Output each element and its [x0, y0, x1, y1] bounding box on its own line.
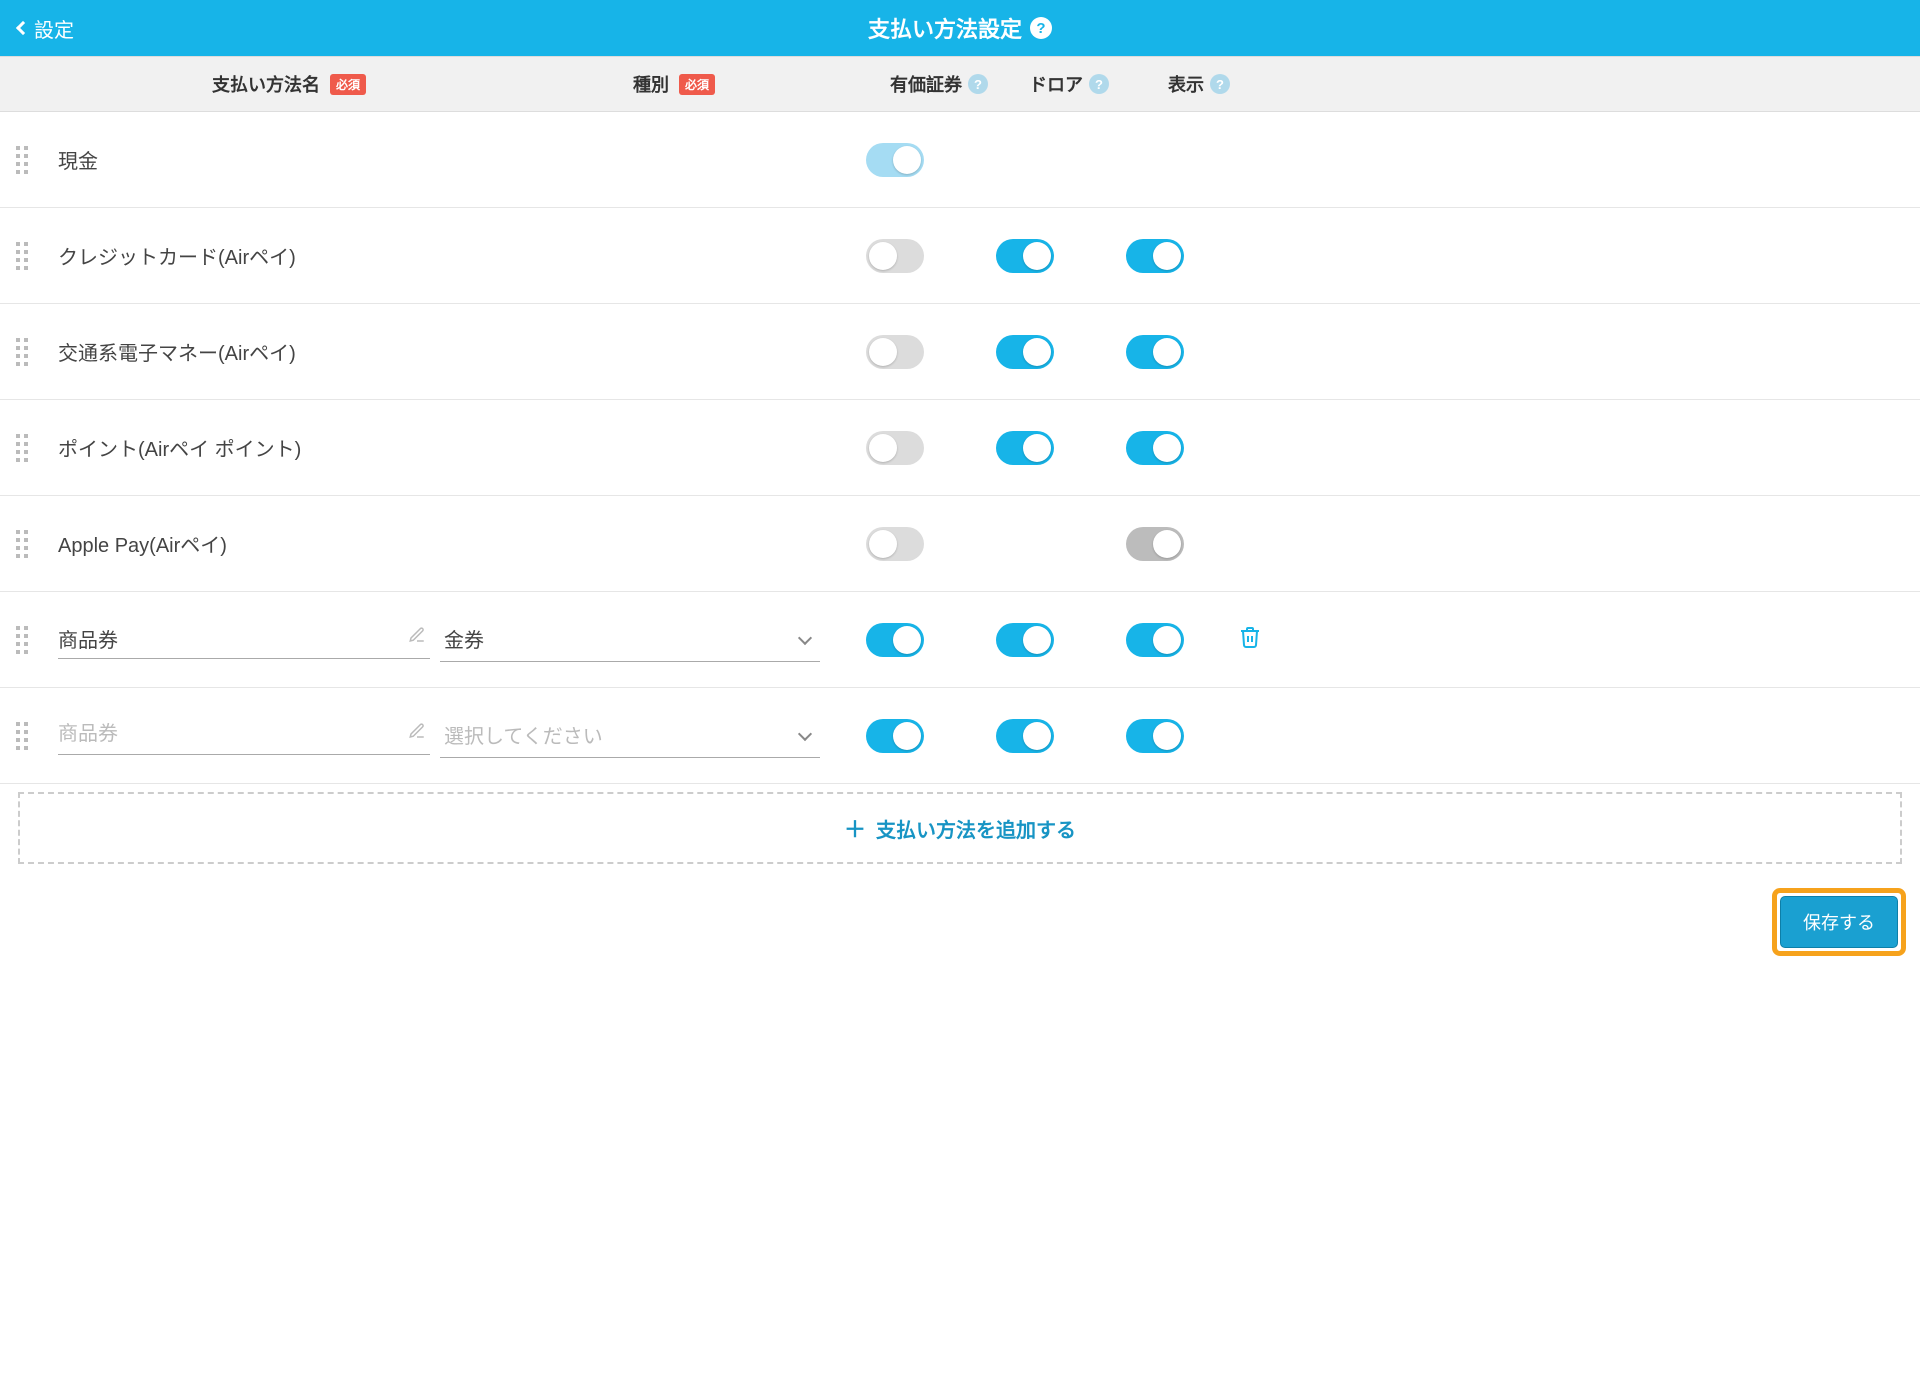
- drag-handle[interactable]: [0, 146, 44, 174]
- col-securities-label: 有価証券: [890, 71, 962, 97]
- display-toggle[interactable]: [1126, 335, 1184, 369]
- save-button[interactable]: 保存する: [1780, 896, 1898, 948]
- securities-toggle[interactable]: [866, 527, 924, 561]
- help-icon[interactable]: ?: [968, 74, 988, 94]
- add-label: 支払い方法を追加する: [876, 814, 1076, 843]
- page-title: 支払い方法設定: [868, 12, 1022, 44]
- drag-handle[interactable]: [0, 338, 44, 366]
- securities-toggle[interactable]: [866, 239, 924, 273]
- display-toggle[interactable]: [1126, 239, 1184, 273]
- drawer-toggle[interactable]: [996, 335, 1054, 369]
- display-toggle: [1126, 527, 1184, 561]
- help-icon[interactable]: ?: [1089, 74, 1109, 94]
- help-icon[interactable]: ?: [1210, 74, 1230, 94]
- payment-name: クレジットカード(Airペイ): [44, 241, 430, 270]
- edit-icon: [408, 626, 426, 650]
- drawer-toggle[interactable]: [996, 239, 1054, 273]
- rows-container: 現金クレジットカード(Airペイ) 交通系電子マネー(Airペイ) ポイント(Air…: [0, 112, 1920, 784]
- payment-name: 交通系電子マネー(Airペイ): [44, 337, 430, 366]
- display-toggle[interactable]: [1126, 623, 1184, 657]
- col-type-label: 種別: [633, 71, 669, 97]
- drawer-toggle[interactable]: [996, 623, 1054, 657]
- column-header-row: 支払い方法名 必須 種別 必須 有価証券 ? ドロア ? 表示 ?: [0, 56, 1920, 112]
- payment-row: Apple Pay(Airペイ): [0, 496, 1920, 592]
- securities-toggle[interactable]: [866, 623, 924, 657]
- col-name-label: 支払い方法名: [212, 71, 320, 97]
- back-button[interactable]: 設定: [0, 14, 92, 43]
- drawer-toggle[interactable]: [996, 719, 1054, 753]
- help-icon[interactable]: ?: [1030, 17, 1052, 39]
- edit-icon: [408, 722, 426, 746]
- securities-toggle[interactable]: [866, 719, 924, 753]
- payment-type-value: 金券: [444, 624, 484, 653]
- required-badge: 必須: [679, 74, 715, 95]
- drag-handle[interactable]: [0, 530, 44, 558]
- add-payment-button[interactable]: ＋ 支払い方法を追加する: [18, 792, 1902, 864]
- securities-toggle[interactable]: [866, 431, 924, 465]
- drag-handle[interactable]: [0, 722, 44, 750]
- back-label: 設定: [34, 14, 74, 43]
- payment-row: 現金: [0, 112, 1920, 208]
- save-button-highlight: 保存する: [1772, 888, 1906, 956]
- payment-type-value: 選択してください: [444, 720, 603, 749]
- payment-row: 金券: [0, 592, 1920, 688]
- payment-name-input[interactable]: [58, 723, 400, 746]
- payment-name: ポイント(Airペイ ポイント): [44, 433, 430, 462]
- required-badge: 必須: [330, 74, 366, 95]
- display-toggle[interactable]: [1126, 719, 1184, 753]
- drag-handle[interactable]: [0, 242, 44, 270]
- payment-row: ポイント(Airペイ ポイント): [0, 400, 1920, 496]
- drawer-toggle[interactable]: [996, 431, 1054, 465]
- drag-handle[interactable]: [0, 434, 44, 462]
- payment-row: クレジットカード(Airペイ): [0, 208, 1920, 304]
- chevron-down-icon: [798, 631, 812, 645]
- chevron-down-icon: [798, 727, 812, 741]
- payment-type-select[interactable]: 選択してください: [440, 714, 820, 758]
- payment-name: Apple Pay(Airペイ): [44, 529, 430, 558]
- col-drawer-label: ドロア: [1029, 71, 1083, 97]
- chevron-left-icon: [16, 21, 30, 35]
- col-display-label: 表示: [1168, 71, 1204, 97]
- delete-button[interactable]: [1238, 625, 1262, 654]
- footer: 保存する: [0, 878, 1920, 970]
- plus-icon: ＋: [844, 812, 866, 844]
- payment-row: 選択してください: [0, 688, 1920, 784]
- securities-toggle: [866, 143, 924, 177]
- app-header: 設定 支払い方法設定 ?: [0, 0, 1920, 56]
- payment-type-select[interactable]: 金券: [440, 618, 820, 662]
- securities-toggle[interactable]: [866, 335, 924, 369]
- payment-name: 現金: [44, 145, 430, 174]
- drag-handle[interactable]: [0, 626, 44, 654]
- payment-name-input[interactable]: [58, 627, 400, 650]
- display-toggle[interactable]: [1126, 431, 1184, 465]
- payment-row: 交通系電子マネー(Airペイ): [0, 304, 1920, 400]
